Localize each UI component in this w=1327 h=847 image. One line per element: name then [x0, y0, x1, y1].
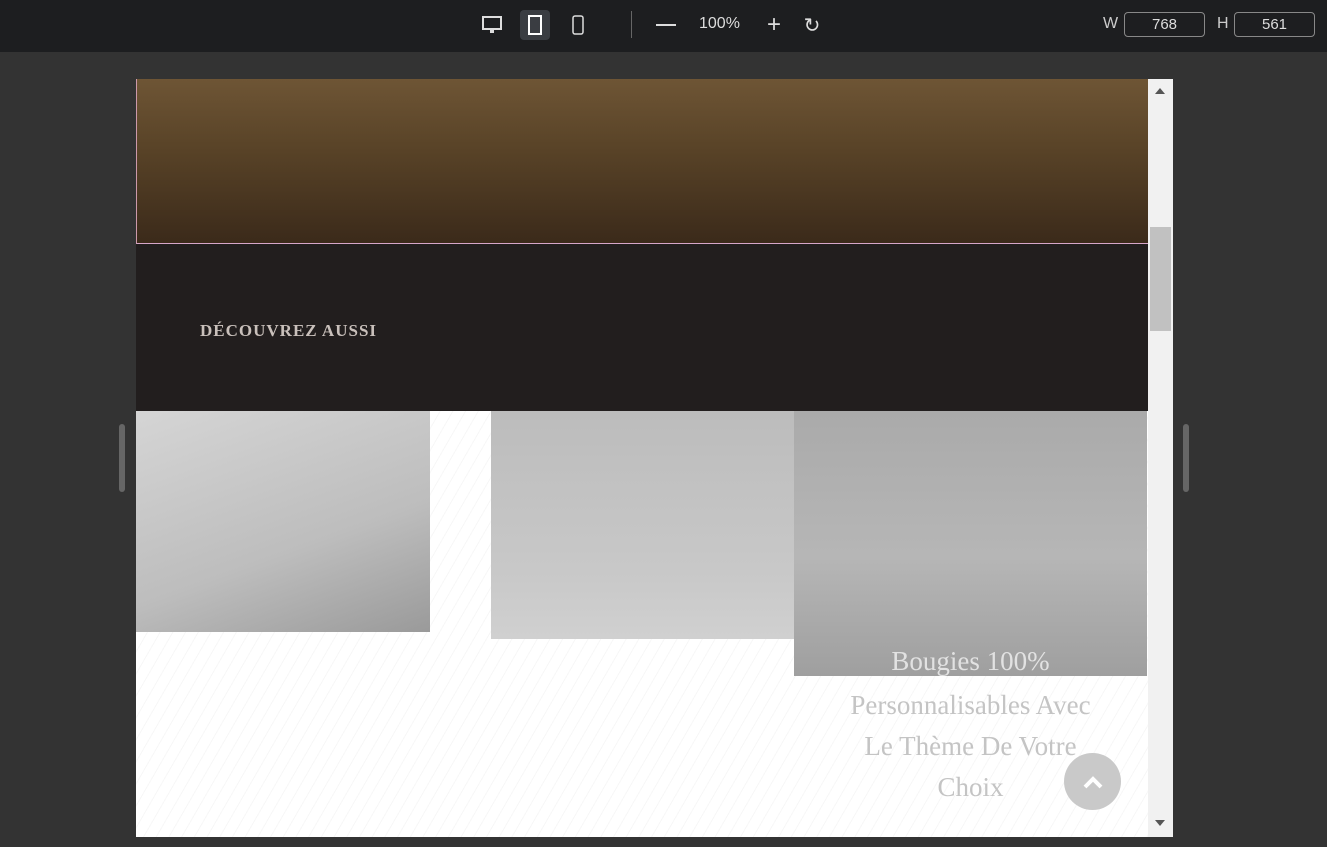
zoom-in-button[interactable]: + — [759, 10, 789, 40]
rotate-icon: ↻ — [803, 14, 821, 37]
wedding-tag-image[interactable] — [136, 411, 430, 632]
page-viewport: DÉCOUVREZ AUSSI Bougies 100% Personnalis… — [136, 79, 1173, 837]
scrollbar-thumb[interactable] — [1150, 227, 1171, 331]
flower-candles-image[interactable] — [491, 411, 794, 639]
section-heading: DÉCOUVREZ AUSSI — [200, 321, 378, 340]
plus-icon: + — [766, 11, 781, 38]
caption-line: Personnalisables Avec — [850, 690, 1091, 720]
scrollbar[interactable] — [1148, 79, 1173, 837]
tablet-icon — [528, 15, 542, 35]
discover-section: DÉCOUVREZ AUSSI — [136, 244, 1148, 411]
width-input[interactable]: 768 — [1124, 12, 1205, 37]
personalized-candles-image[interactable] — [794, 411, 1147, 676]
minus-icon — [656, 24, 676, 26]
hero-image — [136, 79, 1148, 244]
zoom-level: 100% — [699, 15, 740, 32]
device-toolbar: 100% + ↻ W 768 H 561 — [0, 0, 1327, 52]
resize-handle-left[interactable] — [119, 424, 125, 492]
desktop-view-button[interactable] — [477, 10, 507, 40]
height-input[interactable]: 561 — [1234, 12, 1315, 37]
scroll-to-top-button[interactable] — [1064, 753, 1121, 810]
reset-button[interactable]: ↻ — [797, 10, 827, 40]
width-label: W — [1103, 15, 1119, 32]
chevron-up-icon — [1083, 775, 1102, 788]
scroll-up-arrow-icon[interactable] — [1155, 88, 1165, 94]
tablet-view-button[interactable] — [520, 10, 550, 40]
mobile-icon — [572, 15, 584, 35]
zoom-out-button[interactable] — [651, 10, 681, 40]
gallery: Bougies 100% Personnalisables Avec Le Th… — [136, 411, 1148, 837]
resize-handle-right[interactable] — [1183, 424, 1189, 492]
height-label: H — [1217, 15, 1229, 32]
mobile-view-button[interactable] — [563, 10, 593, 40]
caption-first-line: Bougies 100% — [891, 646, 1050, 676]
divider — [631, 11, 632, 38]
desktop-icon — [482, 16, 502, 33]
scroll-down-arrow-icon[interactable] — [1155, 820, 1165, 826]
